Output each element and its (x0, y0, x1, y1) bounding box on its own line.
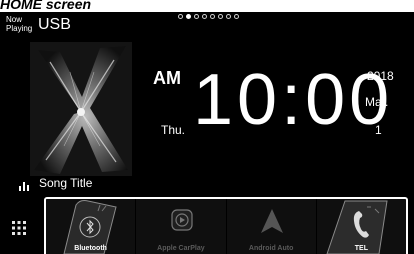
home-screen: Now Playing USB AM Thu. 10:00 2018 Mar. … (0, 12, 414, 254)
bluetooth-shortcut[interactable]: Bluetooth (46, 199, 137, 254)
tel-shortcut[interactable]: TEL (316, 199, 406, 254)
tel-label: TEL (354, 245, 368, 252)
page-dot (194, 14, 199, 19)
now-playing-label[interactable]: Now Playing (6, 15, 32, 33)
clock-time[interactable]: 10:00 (193, 64, 393, 136)
page-dot (234, 14, 239, 19)
page-dot (226, 14, 231, 19)
section-heading: HOME screen (0, 0, 92, 12)
page-dot-active (186, 14, 191, 19)
shortcut-dock: Bluetooth Apple CarPlay Android Auto TEL (44, 197, 408, 254)
android-auto-shortcut[interactable]: Android Auto (226, 199, 317, 254)
carplay-label: Apple CarPlay (157, 245, 205, 252)
page-dot (218, 14, 223, 19)
am-pm-indicator: AM (153, 68, 181, 88)
app-menu-icon[interactable] (8, 217, 30, 239)
year: 2018 (367, 69, 394, 83)
day: 1 (375, 123, 382, 137)
weekday: Thu. (161, 123, 186, 137)
source-name: USB (38, 16, 71, 33)
song-title: Song Title (39, 176, 93, 190)
page-dot (178, 14, 183, 19)
android-auto-label: Android Auto (248, 245, 294, 252)
page-indicator (178, 14, 239, 19)
equalizer-icon (19, 182, 29, 191)
month: Mar. (365, 95, 389, 109)
album-artwork[interactable] (30, 42, 132, 176)
page-dot (210, 14, 215, 19)
carplay-shortcut[interactable]: Apple CarPlay (136, 199, 227, 254)
page-dot (202, 14, 207, 19)
bluetooth-label: Bluetooth (74, 245, 107, 252)
